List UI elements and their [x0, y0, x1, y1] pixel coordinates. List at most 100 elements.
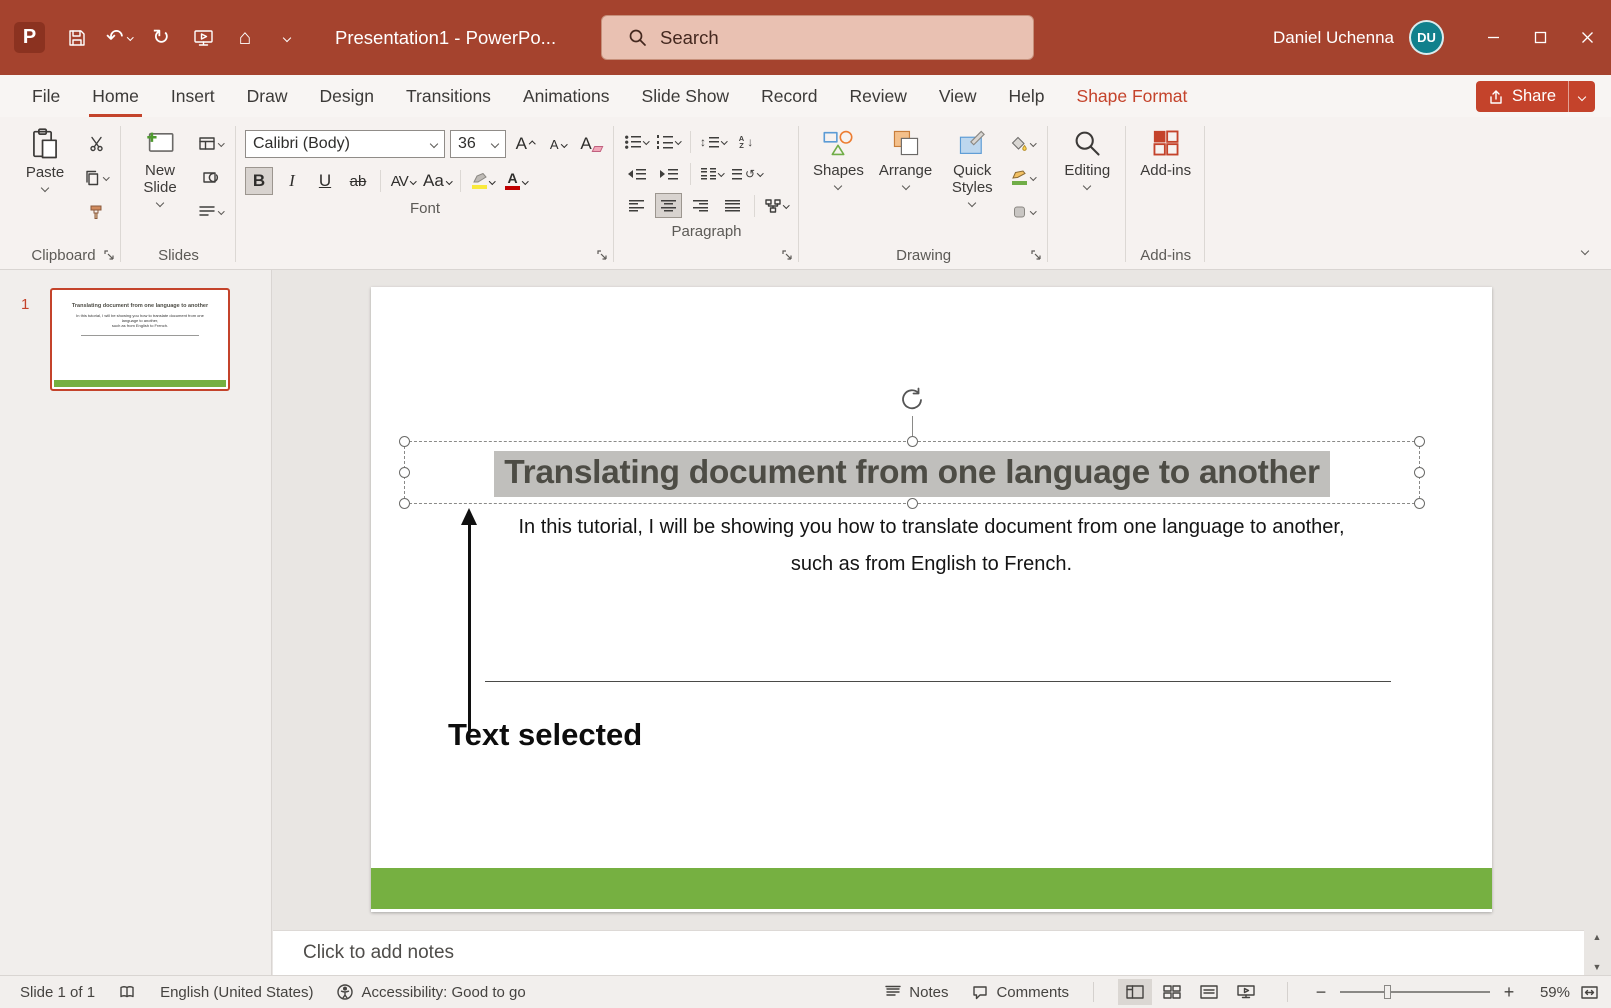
tab-help[interactable]: Help [993, 75, 1061, 117]
character-spacing-button[interactable]: AV [389, 167, 417, 195]
share-button[interactable]: Share [1476, 81, 1568, 112]
italic-button[interactable]: I [278, 167, 306, 195]
tab-slide-show[interactable]: Slide Show [626, 75, 746, 117]
tab-review[interactable]: Review [834, 75, 923, 117]
share-dropdown-chevron[interactable] [1568, 81, 1595, 112]
layout-button[interactable] [195, 131, 227, 156]
convert-to-smartart-button[interactable] [763, 193, 790, 218]
font-name-select[interactable]: Calibri (Body) [245, 130, 445, 158]
customize-quick-access-chevron[interactable] [267, 17, 307, 59]
decrease-indent-button[interactable] [623, 161, 650, 186]
zoom-level[interactable]: 59% [1528, 984, 1570, 1001]
slide-canvas[interactable]: Translating document from one language t… [371, 287, 1492, 912]
copy-button[interactable] [80, 165, 112, 190]
format-painter-button[interactable] [80, 199, 112, 224]
new-slide-button[interactable]: New Slide [130, 121, 190, 208]
bullets-button[interactable] [623, 129, 650, 154]
minimize-button[interactable] [1470, 0, 1517, 75]
resize-handle-s[interactable] [907, 498, 918, 509]
slide-sorter-view-button[interactable] [1155, 979, 1189, 1005]
columns-button[interactable] [699, 161, 726, 186]
text-direction-button[interactable]: ↺ [731, 161, 764, 186]
zoom-in-button[interactable]: + [1500, 982, 1518, 1003]
comments-toggle[interactable]: Comments [972, 984, 1069, 1001]
resize-handle-sw[interactable] [399, 498, 410, 509]
notes-toggle[interactable]: Notes [885, 984, 948, 1001]
line-spacing-button[interactable]: ↕ [699, 129, 728, 154]
shape-fill-button[interactable] [1007, 131, 1039, 156]
shape-outline-button[interactable] [1007, 165, 1039, 190]
paragraph-dialog-launcher[interactable] [782, 250, 793, 261]
reset-button[interactable] [195, 165, 227, 190]
previous-slide-arrow[interactable]: ▲ [1593, 933, 1602, 942]
cut-button[interactable] [80, 131, 112, 156]
slide-show-view-button[interactable] [1229, 979, 1263, 1005]
home-icon[interactable]: ⌂ [225, 17, 265, 59]
shape-effects-button[interactable] [1007, 199, 1039, 224]
tab-home[interactable]: Home [76, 75, 155, 117]
clipboard-dialog-launcher[interactable] [104, 250, 115, 261]
language-indicator[interactable]: English (United States) [160, 984, 313, 1001]
text-highlight-color-button[interactable] [469, 167, 497, 195]
fit-slide-to-window-icon[interactable] [1580, 985, 1599, 1000]
spell-check-button[interactable] [119, 985, 136, 1000]
justify-button[interactable] [719, 193, 746, 218]
increase-font-size-button[interactable]: A [511, 130, 539, 158]
slideshow-from-beginning-icon[interactable] [183, 17, 223, 59]
maximize-button[interactable] [1517, 0, 1564, 75]
close-button[interactable] [1564, 0, 1611, 75]
tab-draw[interactable]: Draw [231, 75, 304, 117]
slide-indicator[interactable]: Slide 1 of 1 [20, 984, 95, 1001]
font-dialog-launcher[interactable] [597, 250, 608, 261]
undo-icon[interactable]: ↶ [99, 17, 139, 59]
editing-button[interactable]: Editing [1057, 121, 1117, 191]
resize-handle-se[interactable] [1414, 498, 1425, 509]
bold-button[interactable]: B [245, 167, 273, 195]
normal-view-button[interactable] [1118, 979, 1152, 1005]
paste-button[interactable]: Paste [15, 121, 75, 193]
avatar[interactable]: DU [1409, 20, 1444, 55]
tab-insert[interactable]: Insert [155, 75, 231, 117]
next-slide-arrow[interactable]: ▼ [1593, 963, 1602, 972]
arrange-button[interactable]: Arrange [874, 121, 937, 191]
underline-button[interactable]: U [311, 167, 339, 195]
align-right-button[interactable] [687, 193, 714, 218]
rotation-handle-icon[interactable] [899, 387, 925, 413]
tab-transitions[interactable]: Transitions [390, 75, 507, 117]
tab-shape-format[interactable]: Shape Format [1061, 75, 1204, 117]
decrease-font-size-button[interactable]: A [544, 130, 572, 158]
zoom-out-button[interactable]: − [1312, 982, 1330, 1003]
numbering-button[interactable] [655, 129, 682, 154]
redo-icon[interactable]: ↻ [141, 17, 181, 59]
powerpoint-logo[interactable]: P [14, 22, 45, 53]
slide-body-textbox[interactable]: In this tutorial, I will be showing you … [371, 509, 1492, 583]
tab-view[interactable]: View [923, 75, 993, 117]
resize-handle-nw[interactable] [399, 436, 410, 447]
section-button[interactable] [195, 199, 227, 224]
font-size-select[interactable]: 36 [450, 130, 506, 158]
clear-formatting-button[interactable]: A [577, 130, 605, 158]
change-case-button[interactable]: Aa [422, 167, 452, 195]
collapse-ribbon-chevron[interactable] [1575, 243, 1595, 259]
zoom-slider[interactable] [1340, 991, 1490, 993]
add-ins-button[interactable]: Add-ins [1135, 121, 1196, 181]
accessibility-checker[interactable]: Accessibility: Good to go [337, 984, 525, 1001]
search-box[interactable]: Search [601, 15, 1034, 60]
slide-thumbnail[interactable]: Translating document from one language t… [50, 288, 230, 391]
font-color-button[interactable]: A [502, 167, 530, 195]
resize-handle-ne[interactable] [1414, 436, 1425, 447]
resize-handle-n[interactable] [907, 436, 918, 447]
zoom-slider-handle[interactable] [1384, 985, 1391, 999]
align-center-button[interactable] [655, 193, 682, 218]
align-left-button[interactable] [623, 193, 650, 218]
notes-pane[interactable]: Click to add notes [273, 930, 1584, 975]
reading-view-button[interactable] [1192, 979, 1226, 1005]
quick-styles-button[interactable]: Quick Styles [942, 121, 1002, 208]
slide-title-text[interactable]: Translating document from one language t… [405, 454, 1419, 492]
sort-button[interactable]: AZ↓ [733, 129, 760, 154]
strikethrough-button[interactable]: ab [344, 167, 372, 195]
save-icon[interactable] [57, 17, 97, 59]
tab-file[interactable]: File [16, 75, 76, 117]
tab-record[interactable]: Record [745, 75, 833, 117]
shapes-button[interactable]: Shapes [808, 121, 869, 191]
